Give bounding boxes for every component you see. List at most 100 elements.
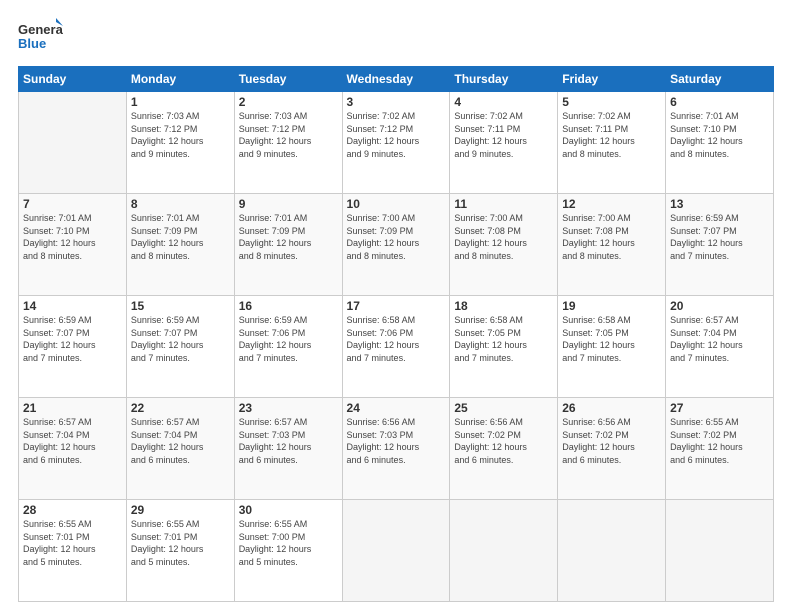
day-info: Sunrise: 7:00 AMSunset: 7:09 PMDaylight:… [347, 212, 446, 262]
calendar-cell: 25Sunrise: 6:56 AMSunset: 7:02 PMDayligh… [450, 398, 558, 500]
day-info: Sunrise: 7:01 AMSunset: 7:10 PMDaylight:… [670, 110, 769, 160]
day-info: Sunrise: 6:55 AMSunset: 7:00 PMDaylight:… [239, 518, 338, 568]
weekday-header-friday: Friday [558, 67, 666, 92]
day-info: Sunrise: 7:01 AMSunset: 7:10 PMDaylight:… [23, 212, 122, 262]
calendar-cell: 22Sunrise: 6:57 AMSunset: 7:04 PMDayligh… [126, 398, 234, 500]
calendar-cell [558, 500, 666, 602]
calendar-cell [666, 500, 774, 602]
day-info: Sunrise: 6:55 AMSunset: 7:01 PMDaylight:… [131, 518, 230, 568]
day-info: Sunrise: 7:00 AMSunset: 7:08 PMDaylight:… [562, 212, 661, 262]
day-number: 15 [131, 299, 230, 313]
day-info: Sunrise: 7:01 AMSunset: 7:09 PMDaylight:… [239, 212, 338, 262]
calendar-cell: 6Sunrise: 7:01 AMSunset: 7:10 PMDaylight… [666, 92, 774, 194]
svg-text:General: General [18, 22, 63, 37]
calendar-cell [342, 500, 450, 602]
calendar-cell: 17Sunrise: 6:58 AMSunset: 7:06 PMDayligh… [342, 296, 450, 398]
calendar-cell: 19Sunrise: 6:58 AMSunset: 7:05 PMDayligh… [558, 296, 666, 398]
weekday-header-wednesday: Wednesday [342, 67, 450, 92]
calendar-cell: 16Sunrise: 6:59 AMSunset: 7:06 PMDayligh… [234, 296, 342, 398]
day-info: Sunrise: 6:59 AMSunset: 7:07 PMDaylight:… [131, 314, 230, 364]
day-info: Sunrise: 6:59 AMSunset: 7:07 PMDaylight:… [23, 314, 122, 364]
day-number: 28 [23, 503, 122, 517]
day-number: 8 [131, 197, 230, 211]
day-number: 1 [131, 95, 230, 109]
calendar-cell: 2Sunrise: 7:03 AMSunset: 7:12 PMDaylight… [234, 92, 342, 194]
day-number: 23 [239, 401, 338, 415]
day-info: Sunrise: 6:56 AMSunset: 7:03 PMDaylight:… [347, 416, 446, 466]
day-number: 18 [454, 299, 553, 313]
calendar-cell: 12Sunrise: 7:00 AMSunset: 7:08 PMDayligh… [558, 194, 666, 296]
day-info: Sunrise: 7:02 AMSunset: 7:12 PMDaylight:… [347, 110, 446, 160]
day-info: Sunrise: 6:57 AMSunset: 7:04 PMDaylight:… [23, 416, 122, 466]
weekday-header-tuesday: Tuesday [234, 67, 342, 92]
calendar-cell [450, 500, 558, 602]
day-info: Sunrise: 7:03 AMSunset: 7:12 PMDaylight:… [131, 110, 230, 160]
calendar-cell [19, 92, 127, 194]
weekday-header-saturday: Saturday [666, 67, 774, 92]
weekday-header-monday: Monday [126, 67, 234, 92]
day-number: 4 [454, 95, 553, 109]
calendar-week-row: 21Sunrise: 6:57 AMSunset: 7:04 PMDayligh… [19, 398, 774, 500]
day-info: Sunrise: 6:56 AMSunset: 7:02 PMDaylight:… [562, 416, 661, 466]
day-number: 9 [239, 197, 338, 211]
day-number: 29 [131, 503, 230, 517]
calendar-cell: 7Sunrise: 7:01 AMSunset: 7:10 PMDaylight… [19, 194, 127, 296]
calendar-header-row: SundayMondayTuesdayWednesdayThursdayFrid… [19, 67, 774, 92]
calendar-cell: 15Sunrise: 6:59 AMSunset: 7:07 PMDayligh… [126, 296, 234, 398]
day-info: Sunrise: 6:58 AMSunset: 7:06 PMDaylight:… [347, 314, 446, 364]
day-info: Sunrise: 6:57 AMSunset: 7:03 PMDaylight:… [239, 416, 338, 466]
weekday-header-sunday: Sunday [19, 67, 127, 92]
day-number: 6 [670, 95, 769, 109]
svg-text:Blue: Blue [18, 36, 46, 51]
calendar-cell: 14Sunrise: 6:59 AMSunset: 7:07 PMDayligh… [19, 296, 127, 398]
day-info: Sunrise: 7:00 AMSunset: 7:08 PMDaylight:… [454, 212, 553, 262]
calendar-cell: 11Sunrise: 7:00 AMSunset: 7:08 PMDayligh… [450, 194, 558, 296]
day-number: 24 [347, 401, 446, 415]
calendar-cell: 13Sunrise: 6:59 AMSunset: 7:07 PMDayligh… [666, 194, 774, 296]
calendar-cell: 28Sunrise: 6:55 AMSunset: 7:01 PMDayligh… [19, 500, 127, 602]
day-number: 20 [670, 299, 769, 313]
day-number: 13 [670, 197, 769, 211]
calendar-cell: 30Sunrise: 6:55 AMSunset: 7:00 PMDayligh… [234, 500, 342, 602]
day-number: 22 [131, 401, 230, 415]
day-info: Sunrise: 7:03 AMSunset: 7:12 PMDaylight:… [239, 110, 338, 160]
day-number: 14 [23, 299, 122, 313]
day-number: 21 [23, 401, 122, 415]
logo-svg: GeneralBlue [18, 18, 63, 56]
day-info: Sunrise: 6:57 AMSunset: 7:04 PMDaylight:… [670, 314, 769, 364]
day-number: 25 [454, 401, 553, 415]
calendar-cell: 5Sunrise: 7:02 AMSunset: 7:11 PMDaylight… [558, 92, 666, 194]
calendar-cell: 8Sunrise: 7:01 AMSunset: 7:09 PMDaylight… [126, 194, 234, 296]
day-info: Sunrise: 6:55 AMSunset: 7:01 PMDaylight:… [23, 518, 122, 568]
calendar-cell: 9Sunrise: 7:01 AMSunset: 7:09 PMDaylight… [234, 194, 342, 296]
day-info: Sunrise: 7:02 AMSunset: 7:11 PMDaylight:… [454, 110, 553, 160]
calendar-cell: 27Sunrise: 6:55 AMSunset: 7:02 PMDayligh… [666, 398, 774, 500]
day-info: Sunrise: 7:02 AMSunset: 7:11 PMDaylight:… [562, 110, 661, 160]
calendar-cell: 3Sunrise: 7:02 AMSunset: 7:12 PMDaylight… [342, 92, 450, 194]
day-info: Sunrise: 6:59 AMSunset: 7:06 PMDaylight:… [239, 314, 338, 364]
day-number: 10 [347, 197, 446, 211]
calendar-cell: 21Sunrise: 6:57 AMSunset: 7:04 PMDayligh… [19, 398, 127, 500]
calendar-cell: 26Sunrise: 6:56 AMSunset: 7:02 PMDayligh… [558, 398, 666, 500]
calendar-cell: 20Sunrise: 6:57 AMSunset: 7:04 PMDayligh… [666, 296, 774, 398]
day-number: 12 [562, 197, 661, 211]
day-info: Sunrise: 6:59 AMSunset: 7:07 PMDaylight:… [670, 212, 769, 262]
day-info: Sunrise: 6:56 AMSunset: 7:02 PMDaylight:… [454, 416, 553, 466]
day-number: 3 [347, 95, 446, 109]
day-info: Sunrise: 6:57 AMSunset: 7:04 PMDaylight:… [131, 416, 230, 466]
day-info: Sunrise: 6:58 AMSunset: 7:05 PMDaylight:… [454, 314, 553, 364]
calendar-week-row: 14Sunrise: 6:59 AMSunset: 7:07 PMDayligh… [19, 296, 774, 398]
calendar-table: SundayMondayTuesdayWednesdayThursdayFrid… [18, 66, 774, 602]
day-info: Sunrise: 7:01 AMSunset: 7:09 PMDaylight:… [131, 212, 230, 262]
day-number: 16 [239, 299, 338, 313]
page-header: GeneralBlue [18, 18, 774, 56]
day-info: Sunrise: 6:55 AMSunset: 7:02 PMDaylight:… [670, 416, 769, 466]
calendar-week-row: 1Sunrise: 7:03 AMSunset: 7:12 PMDaylight… [19, 92, 774, 194]
calendar-week-row: 28Sunrise: 6:55 AMSunset: 7:01 PMDayligh… [19, 500, 774, 602]
calendar-cell: 23Sunrise: 6:57 AMSunset: 7:03 PMDayligh… [234, 398, 342, 500]
calendar-cell: 1Sunrise: 7:03 AMSunset: 7:12 PMDaylight… [126, 92, 234, 194]
day-number: 11 [454, 197, 553, 211]
day-number: 2 [239, 95, 338, 109]
weekday-header-thursday: Thursday [450, 67, 558, 92]
calendar-cell: 24Sunrise: 6:56 AMSunset: 7:03 PMDayligh… [342, 398, 450, 500]
